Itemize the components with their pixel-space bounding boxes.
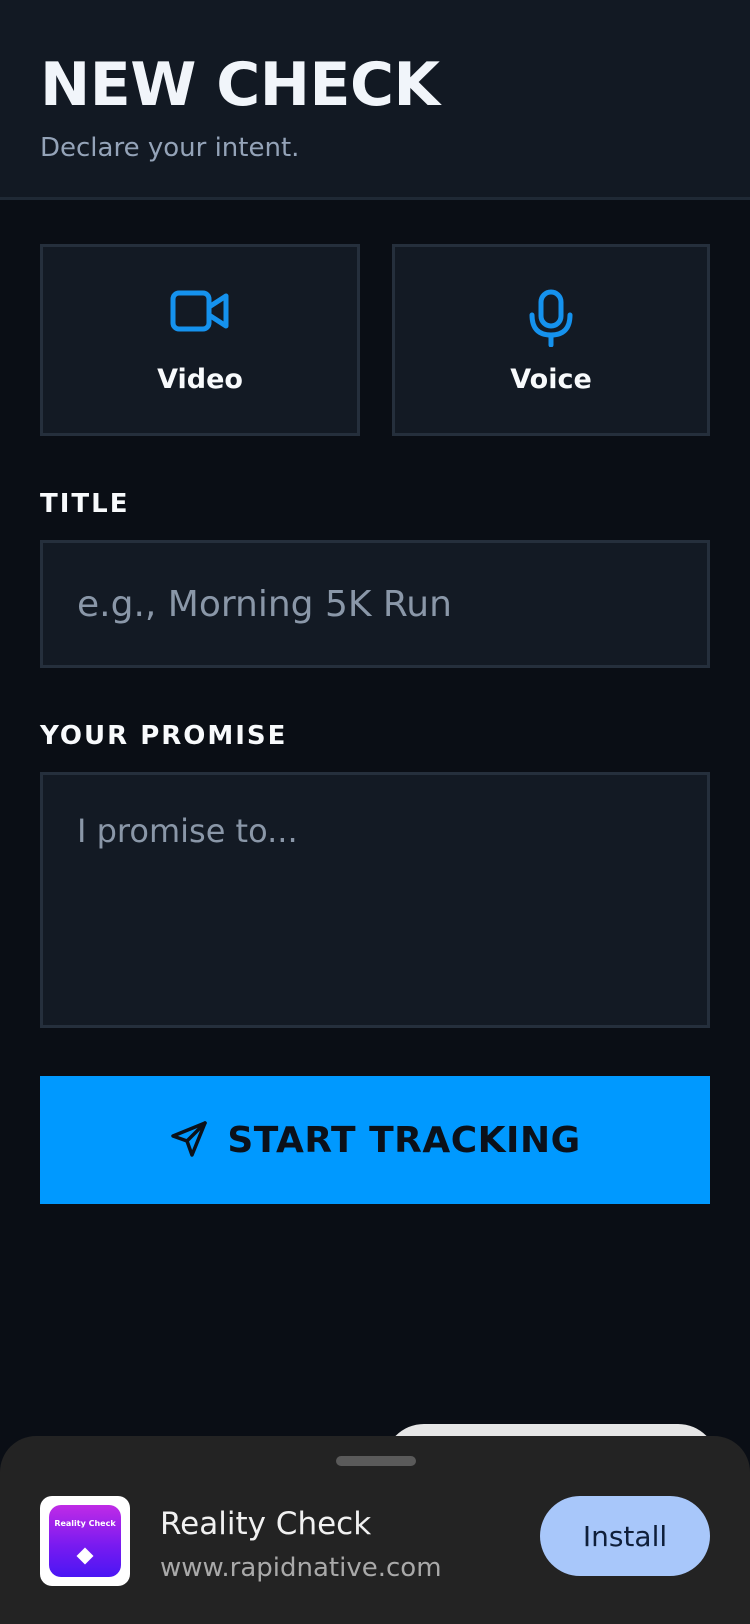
new-check-screen: NEW CHECK Declare your intent. Video Voi… bbox=[0, 0, 750, 1624]
promise-field-label: YOUR PROMISE bbox=[40, 721, 288, 751]
install-banner: Reality Check Reality Check www.rapidnat… bbox=[0, 1436, 750, 1624]
start-tracking-label: START TRACKING bbox=[227, 1119, 581, 1161]
diamond-icon bbox=[76, 1547, 94, 1565]
drag-handle[interactable] bbox=[336, 1456, 416, 1466]
install-button[interactable]: Install bbox=[540, 1496, 710, 1576]
video-mode-label: Video bbox=[157, 364, 243, 395]
video-mode-button[interactable]: Video bbox=[40, 244, 360, 436]
start-tracking-button[interactable]: START TRACKING bbox=[40, 1076, 710, 1204]
app-icon: Reality Check bbox=[40, 1496, 130, 1586]
video-camera-icon bbox=[170, 289, 230, 337]
app-icon-text: Reality Check bbox=[54, 1519, 116, 1528]
voice-mode-button[interactable]: Voice bbox=[392, 244, 710, 436]
promise-textarea[interactable] bbox=[40, 772, 710, 1028]
title-input[interactable] bbox=[40, 540, 710, 668]
send-icon bbox=[169, 1119, 209, 1162]
app-url: www.rapidnative.com bbox=[160, 1553, 442, 1583]
app-name: Reality Check bbox=[160, 1506, 372, 1542]
title-field-label: TITLE bbox=[40, 489, 130, 519]
page-subtitle: Declare your intent. bbox=[40, 133, 300, 163]
header: NEW CHECK Declare your intent. bbox=[0, 0, 750, 200]
app-icon-gradient: Reality Check bbox=[49, 1505, 121, 1577]
page-title: NEW CHECK bbox=[40, 50, 440, 120]
microphone-icon bbox=[527, 289, 575, 351]
voice-mode-label: Voice bbox=[510, 364, 592, 395]
